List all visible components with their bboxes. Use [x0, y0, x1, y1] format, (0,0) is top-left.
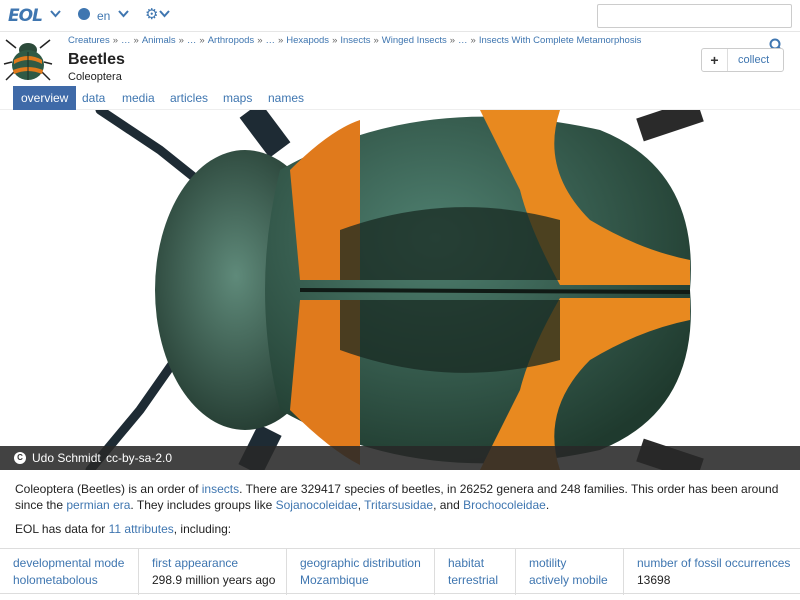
plus-icon: + [702, 49, 728, 71]
breadcrumb-separator: » [199, 35, 205, 46]
page-subtitle: Coleoptera [68, 71, 122, 83]
attribute-item[interactable]: first appearance 298.9 million years ago [138, 549, 286, 595]
attribute-item[interactable]: geographic distribution Mozambique [286, 549, 434, 595]
link-sojanocoleidae[interactable]: Sojanocoleidae [276, 498, 358, 512]
image-credit-bar: C Udo Schmidt cc-by-sa-2.0 [0, 446, 800, 470]
tab-overview[interactable]: overview [13, 86, 77, 110]
breadcrumb-item[interactable]: Arthropods [208, 35, 254, 46]
attribute-item[interactable]: habitat terrestrial [434, 549, 515, 595]
chevron-down-icon[interactable] [159, 9, 170, 21]
attribute-name: geographic distribution [300, 556, 421, 570]
attribute-list: developmental mode holometabolous first … [0, 548, 800, 595]
attribute-value[interactable]: actively mobile [529, 573, 623, 587]
breadcrumb: Creatures»…» Animals»…» Arthropods»…» Hexap… [68, 35, 641, 46]
breadcrumb-item[interactable]: Winged Insects [382, 35, 447, 46]
breadcrumb-item[interactable]: … [121, 35, 131, 46]
image-author[interactable]: Udo Schmidt [32, 451, 101, 465]
attribute-value: 13698 [637, 573, 671, 587]
breadcrumb-separator: » [277, 35, 284, 46]
breadcrumb-item[interactable]: Insects With Complete Metamorphosis [479, 35, 642, 46]
attribute-item[interactable]: developmental mode holometabolous [0, 549, 138, 595]
tab-bar: overview data media articles maps names [0, 86, 800, 110]
language-selector[interactable]: en [97, 9, 110, 23]
tab-articles[interactable]: articles [162, 86, 216, 110]
breadcrumb-separator: » [470, 35, 476, 46]
image-license[interactable]: cc-by-sa-2.0 [106, 451, 172, 465]
collect-button[interactable]: + collect [701, 48, 784, 72]
summary-text-part: , and [433, 498, 464, 512]
breadcrumb-item[interactable]: Insects [340, 35, 370, 46]
breadcrumb-separator: » [373, 35, 379, 46]
breadcrumb-separator: » [449, 35, 456, 46]
attribute-value[interactable]: terrestrial [448, 573, 515, 587]
attribute-value[interactable]: Mozambique [300, 573, 434, 587]
breadcrumb-item[interactable]: … [265, 35, 275, 46]
attribute-name: first appearance [152, 556, 239, 570]
breadcrumb-item[interactable]: Hexapods [286, 35, 329, 46]
breadcrumb-item[interactable]: Animals [142, 35, 176, 46]
breadcrumb-item[interactable]: … [458, 35, 468, 46]
breadcrumb-separator: » [178, 35, 184, 46]
breadcrumb-separator: » [112, 35, 119, 46]
summary-text-part: Coleoptera (Beetles) is an order of [15, 482, 202, 496]
summary-text-part: . They includes groups like [130, 498, 276, 512]
beetle-thumbnail[interactable] [2, 34, 54, 84]
breadcrumb-separator: » [332, 35, 338, 46]
link-permian-era[interactable]: permian era [66, 498, 130, 512]
hero-image[interactable] [0, 110, 800, 470]
attribute-name: developmental mode [13, 556, 125, 570]
tab-maps[interactable]: maps [215, 86, 260, 110]
chevron-down-icon[interactable] [118, 9, 129, 21]
eol-data-prefix: EOL has data for [15, 522, 109, 536]
link-insects[interactable]: insects [202, 482, 239, 496]
link-brochocoleidae[interactable]: Brochocoleidae [463, 498, 546, 512]
breadcrumb-item[interactable]: … [187, 35, 197, 46]
attribute-value[interactable]: holometabolous [13, 573, 138, 587]
breadcrumb-separator: » [257, 35, 263, 46]
page-title: Beetles [68, 51, 125, 68]
summary-text-part: . [545, 498, 550, 512]
attribute-name: habitat [448, 556, 485, 570]
globe-icon[interactable] [78, 8, 90, 20]
search-input[interactable] [597, 4, 792, 28]
eol-data-suffix: , including: [173, 522, 232, 536]
attribute-item[interactable]: number of fossil occurrences 13698 [623, 549, 800, 595]
summary-text: Coleoptera (Beetles) is an order of inse… [15, 481, 790, 513]
breadcrumb-item[interactable]: Creatures [68, 35, 110, 46]
tab-media[interactable]: media [114, 86, 163, 110]
top-nav: EOL en ⚙ [0, 0, 800, 32]
tab-data[interactable]: data [74, 86, 113, 110]
attribute-name: motility [529, 556, 567, 570]
link-attributes[interactable]: 11 attributes [109, 522, 174, 536]
gear-icon[interactable]: ⚙ [145, 5, 158, 23]
collect-label: collect [738, 54, 770, 66]
page-header: Creatures»…» Animals»…» Arthropods»…» Hexap… [0, 32, 800, 86]
attribute-name: number of fossil occurrences [637, 556, 791, 570]
attribute-item[interactable]: motility actively mobile [515, 549, 623, 595]
chevron-down-icon[interactable] [50, 9, 61, 21]
link-tritarsusidae[interactable]: Tritarsusidae [364, 498, 433, 512]
beetle-illustration [85, 110, 704, 470]
breadcrumb-separator: » [133, 35, 139, 46]
eol-data-summary: EOL has data for 11 attributes, includin… [15, 522, 231, 536]
attribute-value: 298.9 million years ago [152, 573, 276, 587]
tab-names[interactable]: names [260, 86, 312, 110]
eol-logo[interactable]: EOL [8, 6, 43, 26]
creative-commons-icon: C [14, 452, 26, 464]
